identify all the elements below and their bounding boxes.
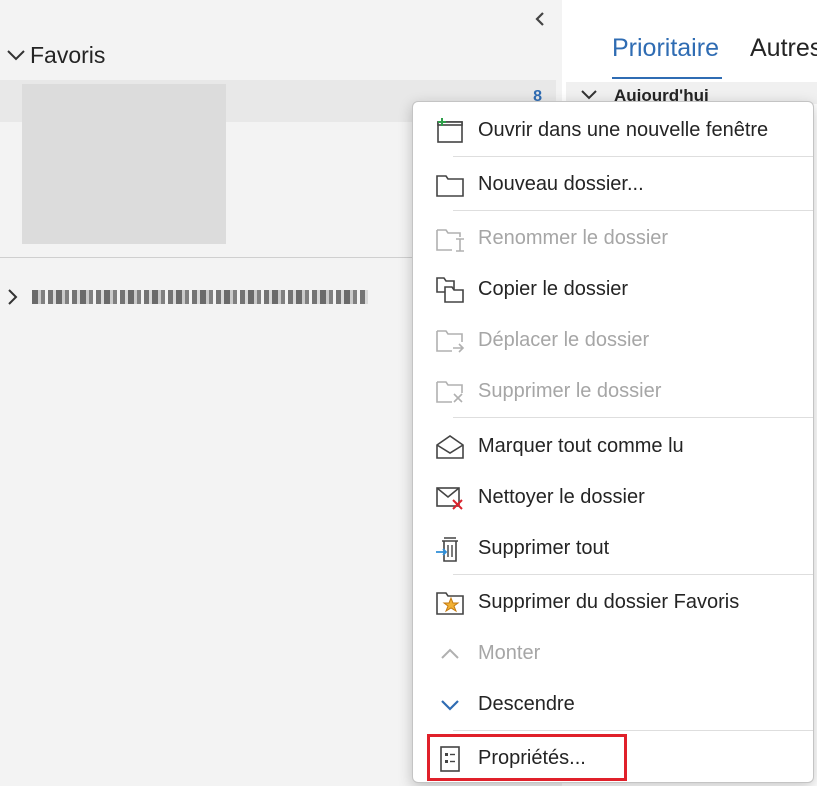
remove-favorite-icon <box>434 589 466 617</box>
chevron-left-icon <box>535 12 544 26</box>
menu-separator <box>453 417 813 418</box>
menu-separator <box>453 574 813 575</box>
menu-item-label: Marquer tout comme lu <box>478 434 684 457</box>
chevron-down-icon <box>581 90 597 100</box>
chevron-down-icon <box>7 50 25 61</box>
chevron-up-icon <box>434 640 466 668</box>
menu-item-delete-all[interactable]: Supprimer tout <box>414 524 812 572</box>
menu-item-label: Descendre <box>478 692 575 715</box>
menu-item-label: Ouvrir dans une nouvelle fenêtre <box>478 118 769 141</box>
menu-item-new-folder[interactable]: Nouveau dossier... <box>414 160 812 208</box>
rename-folder-icon <box>434 225 466 253</box>
delete-all-icon <box>434 535 466 563</box>
menu-item-clean-folder[interactable]: Nettoyer le dossier <box>414 473 812 521</box>
menu-item-move-folder[interactable]: Déplacer le dossier <box>414 316 812 364</box>
chevron-right-icon <box>8 289 18 305</box>
favorites-label: Favoris <box>30 41 106 68</box>
menu-item-label: Monter <box>478 641 541 664</box>
copy-folder-icon <box>434 276 466 304</box>
account-folder-row[interactable] <box>6 282 368 312</box>
menu-item-mark-all-read[interactable]: Marquer tout comme lu <box>414 422 812 470</box>
menu-item-copy-folder[interactable]: Copier le dossier <box>414 265 812 313</box>
new-folder-icon <box>434 171 466 199</box>
new-window-icon <box>434 117 466 145</box>
tab-autres[interactable]: Autres <box>750 34 817 63</box>
delete-folder-icon <box>434 378 466 406</box>
menu-item-move-down[interactable]: Descendre <box>414 680 812 728</box>
menu-item-label: Déplacer le dossier <box>478 328 650 351</box>
active-tab-underline <box>612 77 722 79</box>
menu-item-move-up[interactable]: Monter <box>414 629 812 677</box>
menu-item-remove-from-favorites[interactable]: Supprimer du dossier Favoris <box>414 578 812 626</box>
menu-separator <box>453 156 813 157</box>
properties-highlight-box <box>427 734 627 781</box>
menu-item-label: Copier le dossier <box>478 277 629 300</box>
menu-item-label: Supprimer le dossier <box>478 379 662 402</box>
tab-prioritaire[interactable]: Prioritaire <box>612 34 719 63</box>
mark-read-icon <box>434 433 466 461</box>
redacted-image <box>22 84 226 244</box>
collapse-pane-button[interactable] <box>530 8 550 30</box>
blurred-account-name <box>32 290 368 304</box>
menu-item-rename-folder[interactable]: Renommer le dossier <box>414 214 812 262</box>
menu-item-label: Nouveau dossier... <box>478 172 644 195</box>
menu-item-open-new-window[interactable]: Ouvrir dans une nouvelle fenêtre <box>414 106 812 154</box>
menu-item-delete-folder[interactable]: Supprimer le dossier <box>414 367 812 415</box>
chevron-down-icon <box>434 691 466 719</box>
move-folder-icon <box>434 327 466 355</box>
menu-separator <box>453 210 813 211</box>
menu-item-label: Renommer le dossier <box>478 226 669 249</box>
menu-item-label: Supprimer du dossier Favoris <box>478 590 740 613</box>
folder-context-menu: Ouvrir dans une nouvelle fenêtre Nouveau… <box>412 101 814 783</box>
menu-item-label: Supprimer tout <box>478 536 610 559</box>
menu-item-label: Nettoyer le dossier <box>478 485 645 508</box>
clean-folder-icon <box>434 484 466 512</box>
menu-separator <box>453 730 813 731</box>
favorites-header[interactable]: Favoris <box>6 40 105 70</box>
